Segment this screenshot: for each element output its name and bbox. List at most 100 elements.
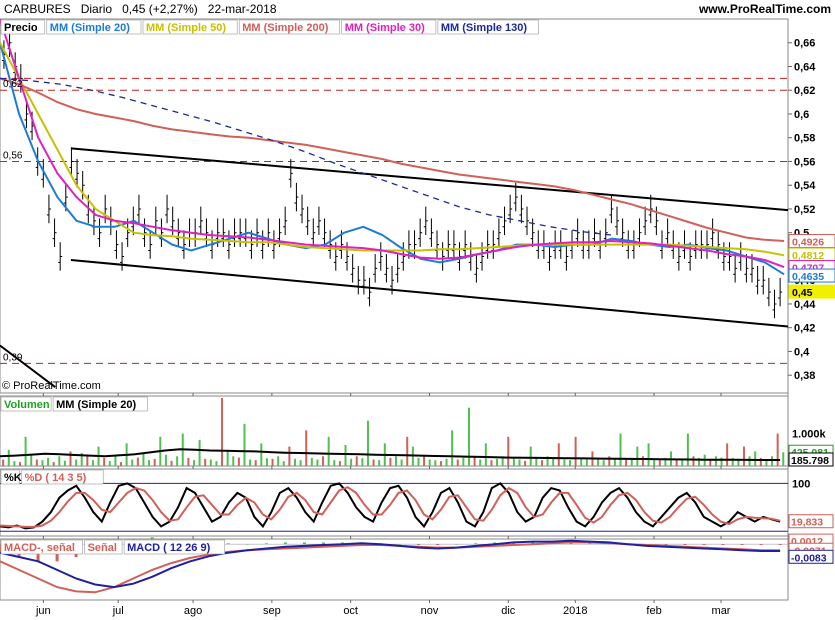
volume-bar-58: [327, 436, 330, 466]
x-month-label-7: 2018: [563, 605, 587, 617]
volume-bar-102: [574, 436, 577, 466]
volume-bar-56: [316, 459, 319, 466]
price-ytick-label-0: 0,66: [794, 38, 815, 50]
volume-bar-107: [602, 460, 605, 466]
volume-bar-41: [232, 456, 235, 466]
volume-bar-95: [535, 458, 538, 466]
volume-bar-82: [462, 457, 465, 466]
volume-bar-13: [75, 459, 78, 466]
volume-bar-24: [136, 457, 139, 466]
volume-bar-122: [686, 433, 689, 466]
x-month-label-5: nov: [421, 605, 439, 617]
macd-legend-label-1: Señal: [88, 542, 117, 554]
x-month-label-9: mar: [712, 605, 731, 617]
volume-bar-3: [18, 462, 21, 466]
volume-bar-71: [400, 459, 403, 466]
volume-bar-5: [30, 454, 33, 466]
price-ytick-label-3: 0,6: [794, 109, 809, 121]
volume-bar-91: [512, 457, 515, 466]
volume-bar-110: [619, 433, 622, 466]
volume-bar-72: [406, 436, 409, 466]
chart-window: { "header": { "symbol": "CARBURES", "per…: [0, 0, 835, 620]
level-label-2: 0,39: [3, 352, 23, 363]
macd-hist-bar-41: [778, 544, 782, 546]
x-month-label-2: ago: [184, 605, 202, 617]
volume-bar-74: [417, 457, 420, 466]
volume-bar-12: [69, 451, 72, 466]
price-legend-label-5: MM (Simple 130): [441, 22, 528, 34]
volume-bar-69: [389, 457, 392, 466]
volume-legend-label-0: Volumen: [4, 399, 50, 411]
volume-bar-81: [456, 459, 459, 466]
volume-bar-1: [7, 449, 10, 466]
volume-bar-55: [310, 457, 313, 466]
macd-hist-bar-14: [264, 543, 268, 545]
volume-bar-137: [771, 456, 774, 466]
volume-bar-104: [585, 459, 588, 466]
volume-value-label-1: 185.798: [791, 455, 829, 467]
volume-bar-129: [726, 443, 729, 466]
volume-bar-39: [221, 398, 224, 466]
volume-bar-63: [355, 456, 358, 466]
volume-bar-37: [209, 459, 212, 466]
volume-bar-80: [451, 430, 454, 466]
volume-bar-40: [226, 451, 229, 466]
x-month-label-1: jul: [112, 605, 124, 617]
x-month-label-4: oct: [343, 605, 358, 617]
panel-frame-price: [0, 18, 789, 394]
macd-hist-bar-37: [702, 544, 706, 546]
volume-bar-18: [103, 457, 106, 466]
volume-bar-138: [776, 433, 779, 466]
macd-hist-bar-15: [283, 542, 287, 545]
price-ytick-label-12: 0,42: [794, 323, 815, 335]
price-legend-label-3: MM (Simple 200): [242, 22, 329, 34]
volume-bar-64: [361, 458, 364, 466]
x-month-label-3: sep: [263, 605, 281, 617]
volume-bar-53: [299, 460, 302, 466]
volume-bar-87: [490, 460, 493, 466]
volume-bar-46: [260, 443, 263, 466]
volume-bar-2: [13, 461, 16, 466]
price-ytick-label-2: 0,62: [794, 85, 815, 97]
chart-svg: jun jul ago sep oct nov dic 2018 feb mar 0,66 0,64 0…: [0, 18, 835, 617]
volume-bar-96: [540, 460, 543, 466]
volume-bar-123: [692, 456, 695, 466]
volume-bar-139: [782, 452, 785, 466]
price-legend-label-0: Precio: [4, 22, 38, 34]
volume-bar-79: [445, 458, 448, 466]
volume-bar-36: [204, 458, 207, 466]
volume-bar-11: [63, 460, 66, 466]
volume-bar-33: [187, 457, 190, 466]
volume-bar-114: [641, 456, 644, 466]
volume-bar-38: [215, 461, 218, 466]
volume-bar-43: [243, 423, 246, 466]
volume-bar-42: [237, 457, 240, 466]
volume-bar-0: [2, 459, 5, 466]
price-ytick-label-6: 0,54: [794, 180, 816, 192]
price-ytick-label-5: 0,56: [794, 156, 815, 168]
macd-hist-bar-23: [436, 544, 440, 546]
volume-bar-60: [338, 461, 341, 466]
volume-bar-65: [366, 420, 369, 466]
stoch-value-label-0: 19,833: [791, 517, 823, 529]
watermark: © ProRealTime.com: [2, 380, 101, 392]
volume-bar-15: [86, 456, 89, 466]
volume-bar-75: [423, 456, 426, 466]
volume-bar-8: [47, 457, 50, 466]
macd-hist-bar-16: [302, 542, 306, 545]
macd-hist-bar-21: [398, 544, 402, 545]
macd-hist-bar-22: [417, 544, 421, 546]
price-legend-label-2: MM (Simple 50): [146, 22, 226, 34]
volume-bar-27: [153, 458, 156, 466]
volume-bar-6: [35, 459, 38, 466]
volume-bar-49: [277, 456, 280, 466]
volume-bar-101: [569, 460, 572, 466]
x-month-label-0: jun: [35, 605, 51, 617]
volume-bar-117: [658, 459, 661, 466]
price-value-label-4: 0,45: [792, 287, 813, 299]
volume-bar-9: [52, 462, 55, 466]
volume-bar-86: [484, 443, 487, 466]
volume-bar-50: [282, 461, 285, 466]
price-value-label-3: 0,4635: [792, 271, 824, 283]
volume-bar-4: [24, 436, 27, 466]
